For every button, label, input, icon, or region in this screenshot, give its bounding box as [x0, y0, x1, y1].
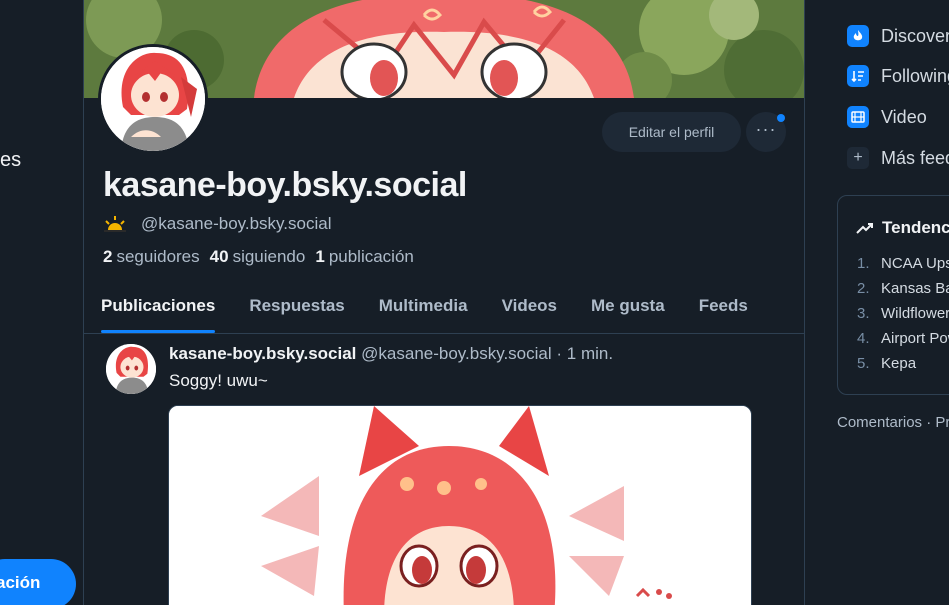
notification-dot	[777, 114, 785, 122]
trending-title-label: Tendencias	[882, 218, 949, 237]
trending-rank: 1.	[857, 255, 870, 272]
tab-feeds[interactable]: Feeds	[682, 282, 765, 333]
trending-label: NCAA Upsets	[881, 255, 949, 272]
profile-tabs: Publicaciones Respuestas Multimedia Vide…	[84, 282, 804, 334]
left-sidebar: es ación	[0, 0, 83, 605]
feed-link-label: Más feeds	[881, 147, 949, 168]
profile-display-name: kasane-boy.bsky.social	[103, 166, 467, 204]
following-stat[interactable]: 40 siguiendo	[210, 247, 306, 267]
following-count: 40	[209, 247, 229, 266]
following-icon	[847, 65, 869, 87]
profile-avatar[interactable]	[98, 44, 208, 154]
tab-multimedia[interactable]: Multimedia	[362, 282, 485, 333]
profile-handle: @kasane-boy.bsky.social	[141, 214, 332, 233]
post-separator: ·	[556, 344, 563, 363]
trending-item[interactable]: 4. Airport Power	[857, 330, 949, 347]
sidebar-item-partial[interactable]: es	[0, 149, 21, 172]
trending-label: Wildflowers	[881, 305, 949, 322]
avatar-image	[101, 47, 205, 151]
followers-count: 2	[103, 247, 113, 266]
feed-link-label: Following	[881, 65, 949, 86]
followers-stat[interactable]: 2 seguidores	[103, 247, 200, 267]
posts-count: 1	[315, 247, 325, 266]
feed-link-more-feeds[interactable]: + Más feeds	[847, 145, 949, 171]
avatar-image	[106, 344, 156, 394]
post-header: kasane-boy.bsky.social @kasane-boy.bsky.…	[169, 344, 613, 364]
trending-rank: 4.	[857, 330, 870, 347]
post-author-name[interactable]: kasane-boy.bsky.social	[169, 344, 356, 363]
right-sidebar: Discover Following Video + Más feeds Ten…	[805, 0, 949, 605]
feed-link-label: Video	[881, 106, 927, 127]
trending-item[interactable]: 1. NCAA Upsets	[857, 255, 949, 272]
new-post-button[interactable]: ación	[0, 559, 76, 605]
plus-icon: +	[847, 147, 869, 169]
footer-links[interactable]: Comentarios · Privacidad	[837, 414, 949, 431]
feed-post[interactable]: kasane-boy.bsky.social @kasane-boy.bsky.…	[84, 334, 804, 605]
followers-label: seguidores	[116, 247, 200, 266]
profile-handle-row: @kasane-boy.bsky.social	[103, 214, 332, 234]
trending-item[interactable]: 3. Wildflowers	[857, 305, 949, 322]
feed-link-video[interactable]: Video	[847, 104, 927, 130]
profile-main-column: Editar el perfil ··· kasane-boy.bsky.soc…	[83, 0, 805, 605]
more-options-button[interactable]: ···	[746, 112, 786, 152]
post-image-art	[169, 406, 751, 605]
discover-icon	[847, 25, 869, 47]
trending-item[interactable]: 5. Kepa	[857, 355, 916, 372]
tab-respuestas[interactable]: Respuestas	[232, 282, 361, 333]
feed-link-label: Discover	[881, 25, 949, 46]
trending-label: Kepa	[881, 355, 917, 372]
post-image[interactable]	[168, 405, 752, 605]
profile-stats: 2 seguidores 40 siguiendo 1 publicación	[103, 247, 414, 267]
posts-stat: 1 publicación	[315, 247, 414, 267]
post-time[interactable]: 1 min.	[567, 344, 613, 363]
post-author-handle[interactable]: @kasane-boy.bsky.social	[361, 344, 552, 363]
trending-box: Tendencias 1. NCAA Upsets 2. Kansas Basket…	[837, 195, 949, 395]
trending-rank: 2.	[857, 280, 870, 297]
tab-videos[interactable]: Videos	[485, 282, 574, 333]
tab-me-gusta[interactable]: Me gusta	[574, 282, 682, 333]
trending-title: Tendencias	[856, 218, 949, 238]
post-text: Soggy! uwu~	[169, 371, 268, 390]
posts-label: publicación	[328, 247, 414, 266]
trending-rank: 3.	[857, 305, 870, 322]
post-author-avatar[interactable]	[106, 344, 156, 394]
feed-link-following[interactable]: Following	[847, 63, 949, 89]
trending-up-icon	[856, 223, 873, 234]
trending-item[interactable]: 2. Kansas Basketball	[857, 280, 949, 297]
trending-label: Kansas Basketball	[881, 280, 949, 297]
trending-label: Airport Power	[881, 330, 949, 347]
edit-profile-button[interactable]: Editar el perfil	[602, 112, 741, 152]
following-label: siguiendo	[232, 247, 306, 266]
tab-publicaciones[interactable]: Publicaciones	[84, 282, 232, 333]
more-options-icon: ···	[755, 119, 777, 139]
video-icon	[847, 106, 869, 128]
sunrise-icon	[104, 216, 126, 232]
trending-rank: 5.	[857, 355, 870, 372]
feed-link-discover[interactable]: Discover	[847, 23, 949, 49]
